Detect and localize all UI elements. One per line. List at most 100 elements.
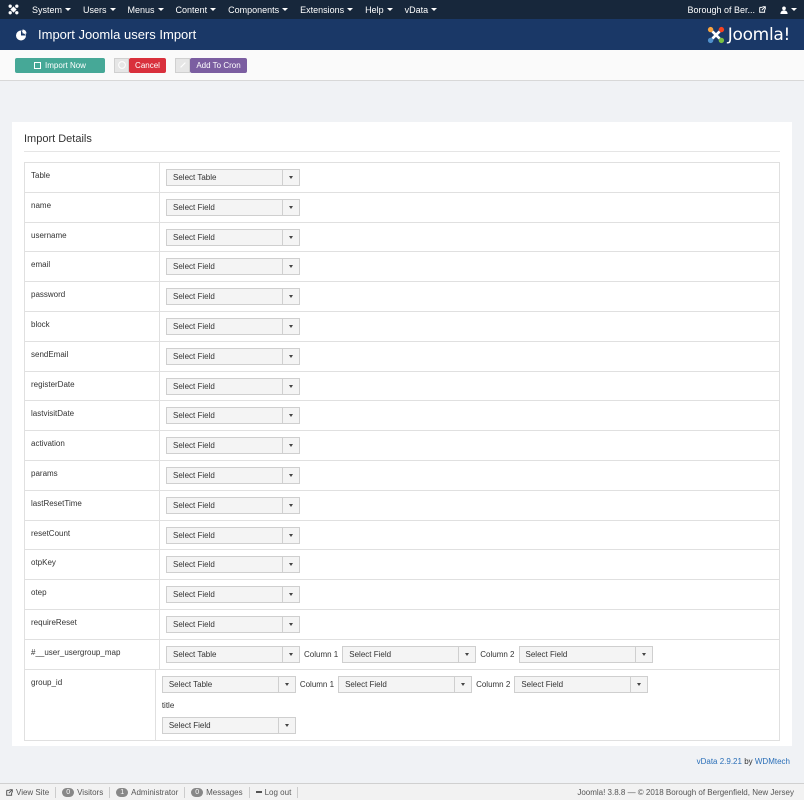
field-label: otpKey <box>25 550 160 580</box>
field-label: registerDate <box>25 371 160 401</box>
nav-components[interactable]: Components <box>222 0 294 19</box>
field-row: activation Select Field <box>25 431 779 461</box>
user-menu[interactable] <box>773 0 804 19</box>
field-row: password Select Field <box>25 282 779 312</box>
field-select[interactable]: Select Field <box>166 317 300 335</box>
field-row: Table Select Table <box>25 163 779 193</box>
admin-status: 1 Administrator <box>110 786 186 798</box>
page-header: Import Joomla users Import Joomla! <box>0 19 804 50</box>
title-label: title <box>161 701 175 711</box>
field-select[interactable]: Select Field <box>166 347 300 365</box>
page-title: Import Joomla users Import <box>38 27 197 42</box>
field-select[interactable]: Select Field <box>166 377 300 395</box>
field-row: block Select Field <box>25 311 779 342</box>
field-label: email <box>25 252 160 282</box>
field-select[interactable]: Select Field <box>166 437 300 455</box>
table-select[interactable]: Select Table <box>166 645 300 663</box>
field-select[interactable]: Select Field <box>166 407 300 425</box>
field-label: lastvisitDate <box>25 401 160 431</box>
field-select[interactable]: Select Field <box>166 288 300 306</box>
chevron-down-icon <box>282 557 299 573</box>
column2-label: Column 2 <box>480 649 515 659</box>
field-row-usergroup-map: #__user_usergroup_map Select Table Column … <box>25 639 779 670</box>
field-row: email Select Field <box>25 252 779 283</box>
chevron-down-icon <box>454 676 471 692</box>
cancel-icon-box[interactable] <box>114 57 129 73</box>
chevron-down-icon <box>630 676 647 692</box>
field-select[interactable]: Select Field <box>166 496 300 514</box>
circle-x-icon <box>117 61 126 69</box>
version-link[interactable]: vData 2.9.21 <box>697 757 742 766</box>
column2-select[interactable]: Select Field <box>518 645 653 663</box>
nav-users[interactable]: Users <box>77 0 122 19</box>
field-row-group-id: group_id Select Table Column 1 Select Field… <box>25 669 779 740</box>
field-select[interactable]: Select Table <box>166 169 300 186</box>
logout-link[interactable]: Log out <box>250 786 299 798</box>
chevron-down-icon <box>282 229 299 245</box>
field-row: resetCount Select Field <box>25 520 779 551</box>
import-details-panel: Import Details Table Select Table name Sele… <box>12 122 792 746</box>
nav-system[interactable]: System <box>26 0 77 19</box>
chevron-down-icon <box>282 497 299 513</box>
field-select[interactable]: Select Field <box>166 198 300 216</box>
field-label: username <box>25 222 160 252</box>
field-label: lastResetTime <box>25 490 160 520</box>
messages-link[interactable]: 0 Messages <box>185 786 250 798</box>
field-select[interactable]: Select Field <box>166 466 300 484</box>
field-row: username Select Field <box>25 222 779 253</box>
visitors-status: 0 Visitors <box>56 786 111 798</box>
field-label: params <box>25 460 160 490</box>
chevron-down-icon <box>282 378 299 394</box>
field-label: name <box>25 192 160 222</box>
field-label: resetCount <box>25 520 160 550</box>
chevron-down-icon <box>282 616 299 632</box>
chevron-down-icon <box>282 527 299 543</box>
field-select[interactable]: Select Field <box>166 526 300 544</box>
edit-icon <box>34 61 42 69</box>
column2-label: Column 2 <box>476 679 511 689</box>
title-select[interactable]: Select Field <box>161 716 296 734</box>
joomla-logo-icon[interactable] <box>0 0 26 19</box>
import-icon <box>14 28 28 42</box>
field-select[interactable]: Select Field <box>166 228 300 246</box>
field-label: #__user_usergroup_map <box>25 639 160 669</box>
panel-title: Import Details <box>24 133 92 145</box>
field-select[interactable]: Select Field <box>166 615 300 633</box>
add-to-cron-button[interactable]: Add To Cron <box>190 57 247 73</box>
import-now-button[interactable]: Import Now <box>15 57 105 73</box>
user-icon <box>780 6 788 14</box>
site-link[interactable]: Borough of Ber... <box>680 0 773 19</box>
field-row: name Select Field <box>25 192 779 223</box>
cancel-button[interactable]: Cancel <box>129 57 166 73</box>
field-row: params Select Field <box>25 460 779 491</box>
column2-select[interactable]: Select Field <box>514 675 649 693</box>
view-site-link[interactable]: View Site <box>0 786 57 798</box>
field-select[interactable]: Select Field <box>166 586 300 604</box>
chevron-down-icon <box>277 676 295 692</box>
nav-content[interactable]: Content <box>170 0 223 19</box>
column1-select[interactable]: Select Field <box>342 645 477 663</box>
field-label: group_id <box>25 669 156 740</box>
nav-vdata[interactable]: vData <box>399 0 444 19</box>
chevron-down-icon <box>282 467 299 483</box>
chevron-down-icon <box>282 438 299 454</box>
copyright: Joomla! 3.8.8 — © 2018 Borough of Bergen… <box>577 787 794 797</box>
cron-icon-box[interactable] <box>175 57 190 73</box>
field-label: requireReset <box>25 609 160 639</box>
table-select[interactable]: Select Table <box>161 675 296 693</box>
admin-badge: 1 <box>116 787 129 797</box>
chevron-down-icon <box>282 289 299 305</box>
nav-menus[interactable]: Menus <box>122 0 170 19</box>
chevron-down-icon <box>282 587 299 603</box>
nav-help[interactable]: Help <box>359 0 399 19</box>
status-bar: View Site 0 Visitors 1 Administrator 0 Mess… <box>0 783 804 800</box>
author-link[interactable]: WDMtech <box>755 757 790 766</box>
field-label: sendEmail <box>25 341 160 371</box>
field-row: lastvisitDate Select Field <box>25 401 779 432</box>
column1-select[interactable]: Select Field <box>338 675 473 693</box>
field-label: Table <box>25 163 160 192</box>
field-select[interactable]: Select Field <box>166 258 300 276</box>
nav-extensions[interactable]: Extensions <box>294 0 359 19</box>
chevron-down-icon <box>458 646 475 662</box>
field-select[interactable]: Select Field <box>166 556 300 574</box>
